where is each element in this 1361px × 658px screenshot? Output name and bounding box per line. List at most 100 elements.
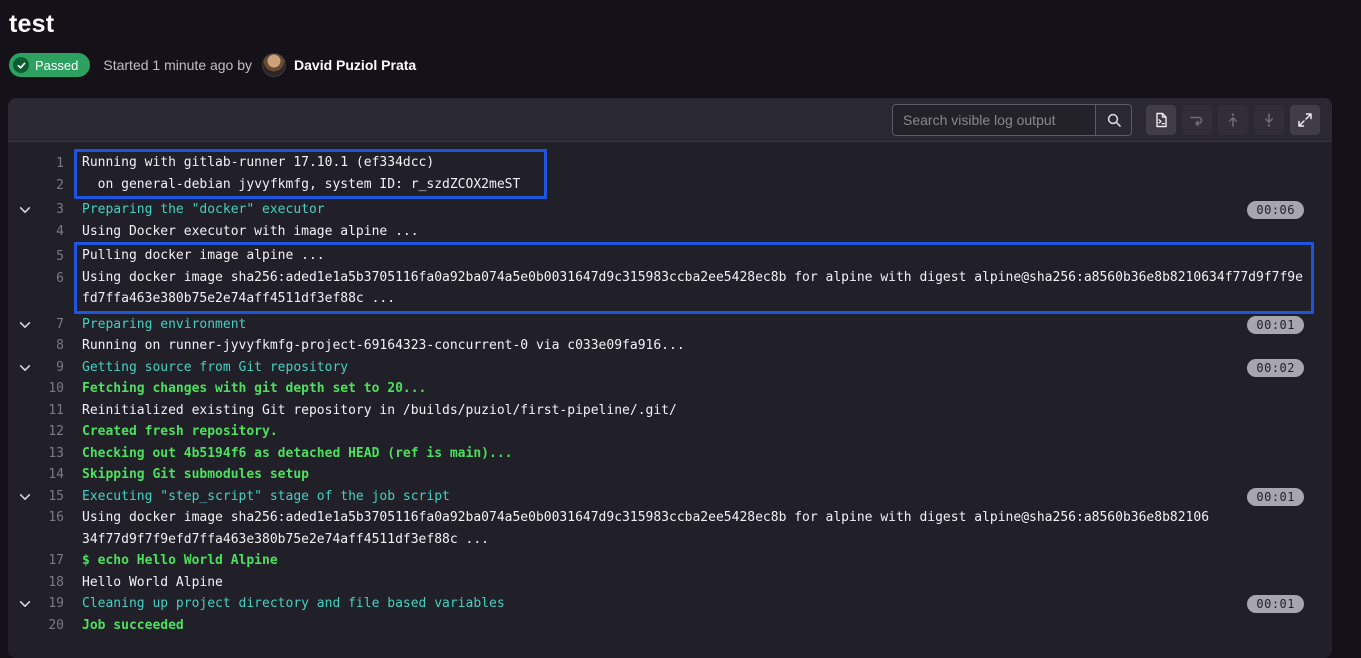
arrow-up-bar-icon — [1225, 112, 1241, 128]
log-line-number[interactable]: 4 — [8, 221, 64, 243]
log-line-text: Using docker image sha256:aded1e1a5b3705… — [82, 507, 1216, 550]
log-line-number[interactable]: 1 — [8, 153, 64, 175]
log-search-group — [892, 104, 1132, 136]
search-button[interactable] — [1095, 105, 1131, 135]
log-gutter: 9 — [8, 357, 64, 379]
log-line: 10 Fetching changes with git depth set to… — [8, 378, 1332, 400]
chevron-down-icon[interactable] — [18, 597, 34, 613]
highlight-border-box: Running with gitlab-runner 17.10.1 (ef33… — [74, 149, 547, 199]
log-line-number[interactable]: 3 — [8, 199, 64, 221]
file-terminal-icon — [1153, 112, 1169, 128]
log-line-text: Hello World Alpine — [82, 572, 1216, 594]
log-line-text: Checking out 4b5194f6 as detached HEAD (… — [82, 443, 1216, 465]
log-gutter: 10 — [8, 378, 64, 400]
log-line-text: Cleaning up project directory and file b… — [82, 593, 1216, 615]
log-line: 3 Preparing the "docker" executor 00:06 — [8, 199, 1332, 221]
log-line-number[interactable]: 15 — [8, 486, 64, 508]
log-gutter: 3 — [8, 199, 64, 221]
log-line-text: Using Docker executor with image alpine … — [82, 221, 1216, 243]
log-line: 11 Reinitialized existing Git repository … — [8, 400, 1332, 422]
log-gutter: 11 — [8, 400, 64, 422]
log-line-number[interactable]: 20 — [8, 615, 64, 637]
log-line-number[interactable]: 16 — [8, 507, 64, 529]
log-line-text: Executing "step_script" stage of the job… — [82, 486, 1216, 508]
started-text: Started 1 minute ago by — [103, 57, 252, 73]
log-line-text: Preparing environment — [82, 314, 1216, 336]
chevron-down-icon[interactable] — [18, 318, 34, 334]
section-duration-badge: 00:06 — [1247, 201, 1304, 219]
log-line-number[interactable]: 14 — [8, 464, 64, 486]
log-line-number[interactable]: 19 — [8, 593, 64, 615]
check-circle-icon — [13, 57, 29, 73]
scroll-to-top-button — [1218, 105, 1248, 135]
log-gutter: 4 — [8, 221, 64, 243]
log-line-number[interactable]: 11 — [8, 400, 64, 422]
log-line-text: on general-debian jyvyfkmfg, system ID: … — [82, 174, 520, 196]
log-line-number[interactable]: 2 — [8, 175, 64, 197]
log-line: 9 Getting source from Git repository 00:02 — [8, 357, 1332, 379]
log-line-number[interactable]: 5 — [8, 246, 64, 268]
job-log-panel: 12 Running with gitlab-runner 17.10.1 (ef… — [8, 98, 1332, 658]
log-line-text: Getting source from Git repository — [82, 357, 1216, 379]
log-output: 12 Running with gitlab-runner 17.10.1 (ef… — [8, 142, 1332, 657]
log-line: 8 Running on runner-jyvyfkmfg-project-691… — [8, 335, 1332, 357]
section-duration-badge: 00:01 — [1247, 316, 1304, 334]
log-line-number[interactable]: 17 — [8, 550, 64, 572]
status-badge[interactable]: Passed — [9, 53, 90, 77]
log-line-number[interactable]: 10 — [8, 378, 64, 400]
log-gutter: 20 — [8, 615, 64, 637]
log-line-number[interactable]: 13 — [8, 443, 64, 465]
show-raw-log-button[interactable] — [1146, 105, 1176, 135]
log-line: 16 Using docker image sha256:aded1e1a5b37… — [8, 507, 1332, 550]
toolbar-buttons — [1146, 105, 1320, 135]
log-line-number[interactable]: 9 — [8, 357, 64, 379]
log-line-number[interactable]: 12 — [8, 421, 64, 443]
avatar[interactable] — [262, 53, 286, 77]
section-duration-badge: 00:01 — [1247, 488, 1304, 506]
section-duration-badge: 00:02 — [1247, 359, 1304, 377]
log-line: 19 Cleaning up project directory and file… — [8, 593, 1332, 615]
log-line-text: Running on runner-jyvyfkmfg-project-6916… — [82, 335, 1216, 357]
section-duration-badge: 00:01 — [1247, 595, 1304, 613]
log-line: 20 Job succeeded — [8, 615, 1332, 637]
log-gutter: 16 — [8, 507, 64, 550]
log-line-number[interactable]: 7 — [8, 314, 64, 336]
scroll-to-bottom-button — [1254, 105, 1284, 135]
log-gutter: 7 — [8, 314, 64, 336]
log-gutter: 13 — [8, 443, 64, 465]
highlight-border-box: Pulling docker image alpine ...Using doc… — [74, 242, 1314, 314]
chevron-down-icon[interactable] — [18, 203, 34, 219]
log-gutter: 56 — [8, 242, 64, 289]
fullscreen-button[interactable] — [1290, 105, 1320, 135]
page-title: test — [9, 10, 1361, 39]
log-line-text: Job succeeded — [82, 615, 1216, 637]
log-line-text: Preparing the "docker" executor — [82, 199, 1216, 221]
status-row: Passed Started 1 minute ago by David Puz… — [9, 53, 1361, 77]
log-line-text: Pulling docker image alpine ... — [82, 245, 1303, 267]
log-line-text: Fetching changes with git depth set to 2… — [82, 378, 1216, 400]
log-line-text: Reinitialized existing Git repository in… — [82, 400, 1216, 422]
log-line: 7 Preparing environment 00:01 — [8, 314, 1332, 336]
log-line-text: Created fresh repository. — [82, 421, 1216, 443]
highlighted-log-line-group: 56Pulling docker image alpine ...Using d… — [8, 242, 1332, 314]
log-line-text: Running with gitlab-runner 17.10.1 (ef33… — [82, 152, 520, 174]
user-name-link[interactable]: David Puziol Prata — [294, 57, 416, 73]
search-input[interactable] — [893, 105, 1095, 135]
log-line-number[interactable]: 18 — [8, 572, 64, 594]
highlighted-log-line-group: 12 Running with gitlab-runner 17.10.1 (ef… — [8, 149, 1332, 199]
log-gutter: 8 — [8, 335, 64, 357]
log-line-number[interactable]: 6 — [8, 268, 64, 290]
chevron-down-icon[interactable] — [18, 490, 34, 506]
log-toolbar — [8, 98, 1332, 142]
chevron-down-icon[interactable] — [18, 361, 34, 377]
log-gutter: 12 — [8, 421, 64, 443]
log-gutter: 14 — [8, 464, 64, 486]
log-line: 4 Using Docker executor with image alpine… — [8, 221, 1332, 243]
log-line: 18 Hello World Alpine — [8, 572, 1332, 594]
job-header: test Passed Started 1 minute ago by Davi… — [0, 0, 1361, 77]
log-line-number[interactable]: 8 — [8, 335, 64, 357]
log-line: 17$ echo Hello World Alpine — [8, 550, 1332, 572]
status-badge-label: Passed — [35, 58, 78, 73]
log-line-text: Using docker image sha256:aded1e1a5b3705… — [82, 267, 1303, 310]
log-line: 15 Executing "step_script" stage of the j… — [8, 486, 1332, 508]
